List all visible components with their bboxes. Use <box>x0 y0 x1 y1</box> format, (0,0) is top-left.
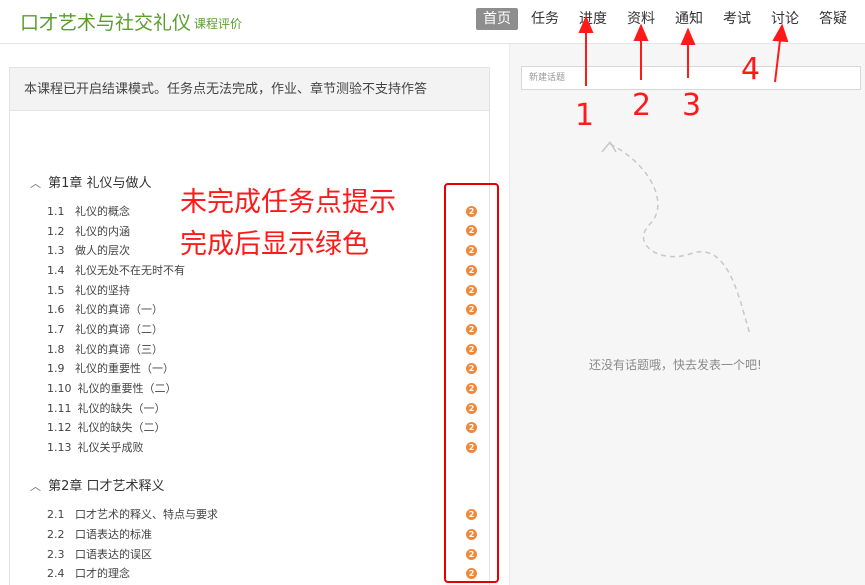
annotation-arrows-icon <box>578 15 789 86</box>
annotation-number-4: 4 <box>741 52 761 87</box>
annotation-number-3: 3 <box>682 88 702 123</box>
annotation-number-2: 2 <box>632 88 652 123</box>
annotation-number-1: 1 <box>575 98 595 133</box>
